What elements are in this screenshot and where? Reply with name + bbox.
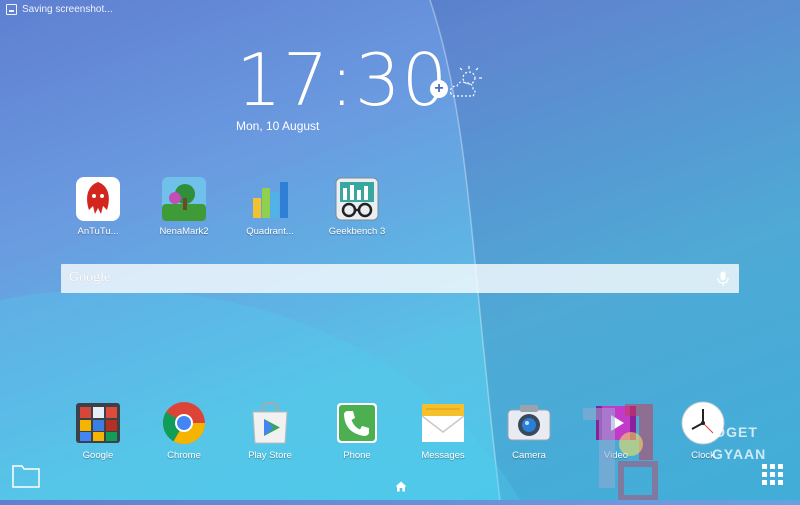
dock-app-camera[interactable]: Camera [484, 400, 574, 461]
app-quadrant[interactable]: Quadrant... [225, 176, 315, 237]
microphone-icon[interactable] [717, 271, 729, 287]
folder-icon[interactable] [12, 462, 40, 488]
watermark-text-bottom: GYAAN [712, 446, 767, 462]
clock-date[interactable]: Mon, 10 August [236, 119, 319, 133]
app-label: Google [82, 450, 114, 461]
app-label: Play Store [248, 450, 292, 461]
app-nenamark2[interactable]: NenaMark2 [139, 176, 229, 237]
chrome-icon [161, 400, 207, 446]
phone-icon [334, 400, 380, 446]
geekbench-icon [334, 176, 380, 222]
app-label: Messages [421, 450, 465, 461]
app-label: Phone [343, 450, 371, 461]
weather-cloud-sun-icon[interactable] [445, 64, 485, 100]
dock-app-chrome[interactable]: Chrome [139, 400, 229, 461]
app-label: Quadrant... [246, 226, 294, 237]
dock-app-phone[interactable]: Phone [312, 400, 402, 461]
dock-app-google[interactable]: Google [53, 400, 143, 461]
app-label: Chrome [167, 450, 201, 461]
app-geekbench[interactable]: Geekbench 3 [312, 176, 402, 237]
app-label: Video [603, 450, 629, 461]
camera-icon [506, 400, 552, 446]
quadrant-icon [247, 176, 293, 222]
status-bar: Saving screenshot... [6, 2, 113, 16]
app-label: Camera [512, 450, 546, 461]
search-placeholder: Google [69, 270, 111, 285]
play-store-icon [247, 400, 293, 446]
dock-app-play-store[interactable]: Play Store [225, 400, 315, 461]
messages-icon [420, 400, 466, 446]
screenshot-icon [6, 3, 17, 15]
app-label: Geekbench 3 [328, 226, 386, 237]
app-label: AnTuTu... [77, 226, 119, 237]
video-icon [593, 400, 639, 446]
antutu-icon [75, 176, 121, 222]
app-label: NenaMark2 [159, 226, 209, 237]
clock-time[interactable]: 17:30 [236, 40, 449, 120]
dock-app-messages[interactable]: Messages [398, 400, 488, 461]
nenamark-icon [161, 176, 207, 222]
status-notification-text: Saving screenshot... [22, 3, 113, 15]
home-page-indicator-icon[interactable] [395, 481, 407, 492]
watermark-text-top: DGET [715, 424, 758, 440]
apps-grid-icon[interactable] [760, 462, 790, 492]
app-antutu[interactable]: AnTuTu... [53, 176, 143, 237]
dock-app-video[interactable]: Video [571, 400, 661, 461]
google-folder-icon [75, 400, 121, 446]
google-search-bar[interactable]: Google [61, 264, 739, 293]
